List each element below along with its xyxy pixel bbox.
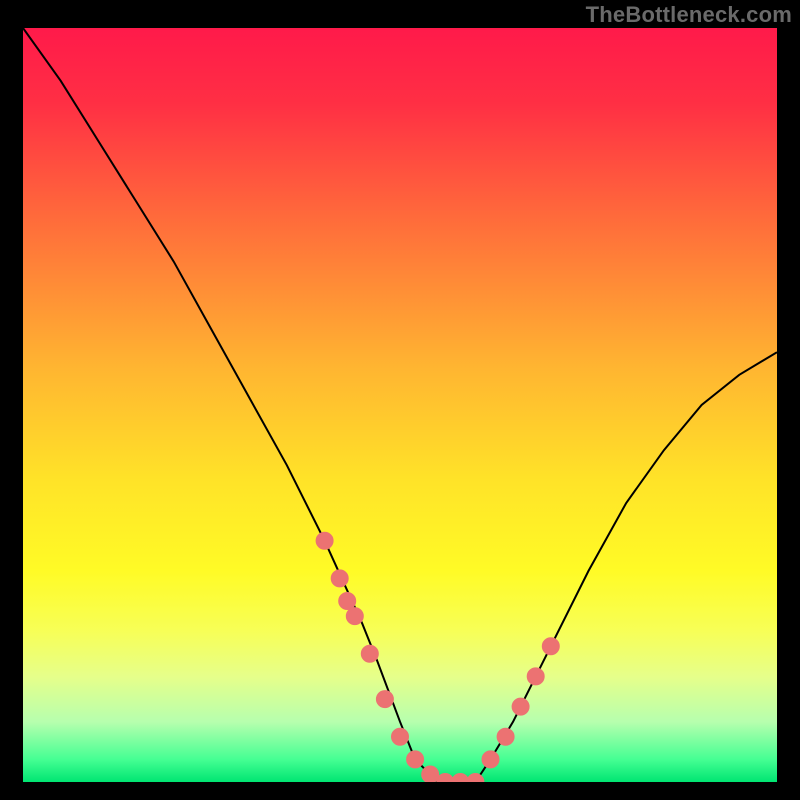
highlight-point xyxy=(331,570,348,587)
highlight-point xyxy=(316,532,333,549)
plot-border xyxy=(0,0,23,800)
highlight-point xyxy=(339,593,356,610)
plot-border xyxy=(0,782,800,800)
gradient-background xyxy=(23,28,777,782)
highlight-point xyxy=(512,698,529,715)
watermark-text: TheBottleneck.com xyxy=(586,2,792,28)
highlight-point xyxy=(407,751,424,768)
highlight-point xyxy=(482,751,499,768)
highlight-point xyxy=(542,638,559,655)
bottleneck-chart xyxy=(0,0,800,800)
highlight-point xyxy=(422,766,439,783)
highlight-point xyxy=(392,728,409,745)
highlight-point xyxy=(497,728,514,745)
highlight-point xyxy=(361,645,378,662)
highlight-point xyxy=(346,608,363,625)
highlight-point xyxy=(527,668,544,685)
chart-frame: { "watermark": { "text": "TheBottleneck.… xyxy=(0,0,800,800)
highlight-point xyxy=(376,691,393,708)
plot-border xyxy=(777,0,800,800)
